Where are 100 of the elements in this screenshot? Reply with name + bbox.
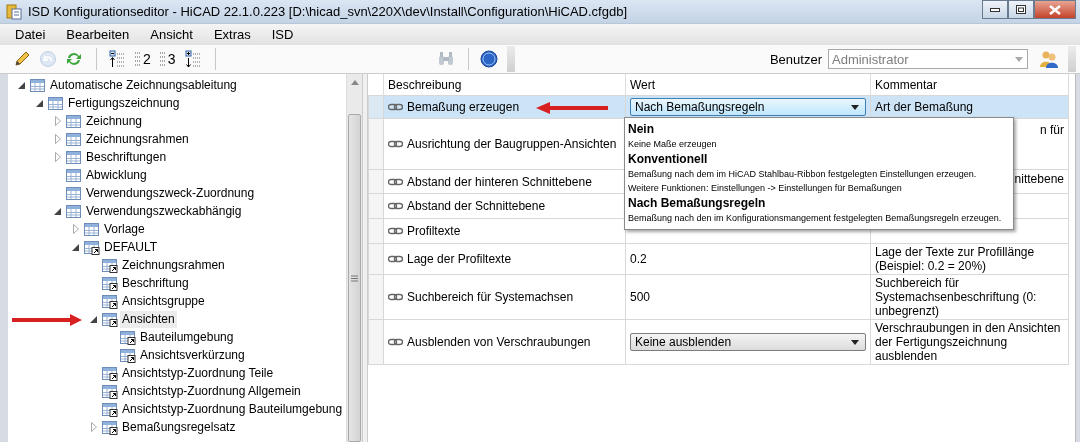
property-comment: Suchbereich für Systemachsenbeschriftung (0: unbegrenzt) [875,276,1037,318]
tree-item[interactable]: Beschriftungen [84,148,169,166]
tree-item[interactable]: Fertigungszeichnung [66,94,182,112]
column-header[interactable]: Kommentar [870,74,1069,96]
property-name: Abstand der Schnittebene [407,199,546,213]
caret-icon [851,104,859,110]
row-header[interactable] [368,193,384,219]
row-header[interactable] [368,243,384,275]
menu-item[interactable]: Datei [8,27,53,42]
option-description: Weitere Funktionen: Einstellungen -> Einstellungen für Bemaßungen [628,182,903,195]
close-button[interactable] [1034,0,1076,19]
option-title[interactable]: Nach Bemaßungsregeln [628,195,1013,211]
property-comment: Verschraubungen in den Ansichten der Fertigungszeichnung ausblenden [875,321,1061,363]
property-value: 0.2 [630,252,647,266]
expand-arrow-icon[interactable] [52,115,64,127]
table-link-icon [102,293,118,309]
help-icon [479,50,498,68]
tree-item[interactable]: Ansichtstyp-Zuordnung Teile [120,364,276,382]
property-value: 500 [630,290,651,304]
tree-item[interactable]: Automatische Zeichnungsableitung [48,76,239,94]
caret-icon [1015,56,1023,62]
tree-item[interactable]: Bauteilumgebung [138,328,236,346]
tree-item[interactable]: Zeichnungsrahmen [84,130,191,148]
maximize-button[interactable] [1008,0,1034,19]
row-header[interactable] [368,218,384,244]
table-icon [66,185,82,201]
value-dropdown[interactable]: Nach Bemaßungsregeln [630,98,866,116]
row-header[interactable] [368,169,384,194]
row-header[interactable] [368,319,384,365]
property-name: Ausrichtung der Baugruppen-Ansichten [407,137,617,151]
expand-arrow-icon[interactable] [88,421,100,433]
level-button[interactable]: 3 [155,48,179,70]
table-link-icon [102,365,118,381]
property-comment: Lage der Texte zur Profillänge (Beispiel: 0.2 = 20%) [875,245,1035,273]
toolbar-grip[interactable] [506,46,515,72]
property-name: Bemaßung erzeugen [407,100,520,114]
app-icon [6,3,22,20]
column-header[interactable]: Wert [625,74,871,96]
chain-link-icon [388,226,403,236]
option-title[interactable]: Nein [628,121,1013,137]
scroll-up-icon[interactable] [350,79,359,85]
tree-item[interactable]: Bemaßungsregelsatz [120,418,238,436]
window-title: ISD Konfigurationseditor - HiCAD 22.1.0.223 [D:\hicad_svn\220X\dev\Install\Configuration\HiCAD.cfgdb] [28,4,629,19]
splitter[interactable] [362,74,368,442]
option-title[interactable]: Konventionell [628,151,1013,167]
property-name: Suchbereich für Systemachsen [407,290,574,304]
tree-item[interactable]: Ansichtstyp-Zuordnung Bauteilumgebung [120,400,345,418]
tree-item[interactable]: Verwendungszweckabhängig [84,202,244,220]
minimize-button[interactable] [982,0,1008,19]
table-link-icon [102,257,118,273]
tree-item[interactable]: DEFAULT [102,238,160,256]
tree-item[interactable]: Abwicklung [84,166,149,184]
table-link-icon [102,311,118,327]
table-link-icon [102,419,118,435]
menu-item[interactable]: Ansicht [143,27,200,42]
row-header[interactable] [368,274,384,320]
user-label: Benutzer [769,51,822,67]
user-dropdown[interactable]: Administrator [828,49,1028,69]
column-header[interactable]: Beschreibung [383,74,626,96]
row-header[interactable] [368,118,384,170]
menu-item[interactable]: ISD [264,27,301,42]
value-dropdown[interactable]: Keine ausblenden [630,333,866,351]
tree-item[interactable]: Ansichtstyp-Zuordnung Allgemein [120,382,303,400]
expand-tree-icon [183,50,202,68]
property-name: Abstand der hinteren Schnittebene [407,174,592,189]
table-icon [84,221,100,237]
table-link-icon [102,401,118,417]
table-icon [66,167,82,183]
expand-arrow-icon[interactable] [70,223,82,235]
option-description: Bemaßung nach den im Konfigurationsmangement festgelegten Bemaßungsregeln erzeugen. [628,212,1003,225]
tree-item[interactable]: Ansichten [120,310,177,328]
table-link-icon [102,275,118,291]
property-name: Ausblenden von Verschraubungen [407,335,591,349]
expand-arrow-icon[interactable] [52,151,64,163]
binoculars-icon [436,50,455,68]
tree-item[interactable]: Ansichtsverkürzung [138,346,247,364]
tree-item[interactable]: Ansichtsgruppe [120,292,207,310]
tree-item[interactable]: Zeichnungsrahmen [120,256,227,274]
tree-item[interactable]: Zeichnung [84,112,145,130]
minimize-icon [990,6,1000,13]
close-icon [1049,4,1061,15]
table-icon [66,131,82,147]
users-icon [1039,50,1059,68]
chain-link-icon [388,102,403,112]
option-description: Bemaßung nach dem im HiCAD Stahlbau-Ribbon festgelegten Einstellungen erzeugen. [628,168,978,181]
grip-icon [351,274,358,282]
tree-item[interactable]: Verwendungszweck-Zuordnung [84,184,257,202]
menu-item[interactable]: Bearbeiten [59,27,137,42]
chain-link-icon [388,139,403,149]
scrollbar-thumb[interactable] [348,114,361,442]
property-name: Profiltexte [407,224,461,238]
level-button[interactable]: 2 [131,48,154,70]
tree-item[interactable]: Vorlage [102,220,147,238]
toolbar-grip[interactable] [1068,46,1076,72]
row-header[interactable] [368,95,384,119]
option-description: Keine Maße erzeugen [628,138,718,151]
tree-item[interactable]: Beschriftung [120,274,191,292]
chain-link-icon [388,201,403,211]
menu-item[interactable]: Extras [206,27,258,42]
expand-arrow-icon[interactable] [52,133,64,145]
